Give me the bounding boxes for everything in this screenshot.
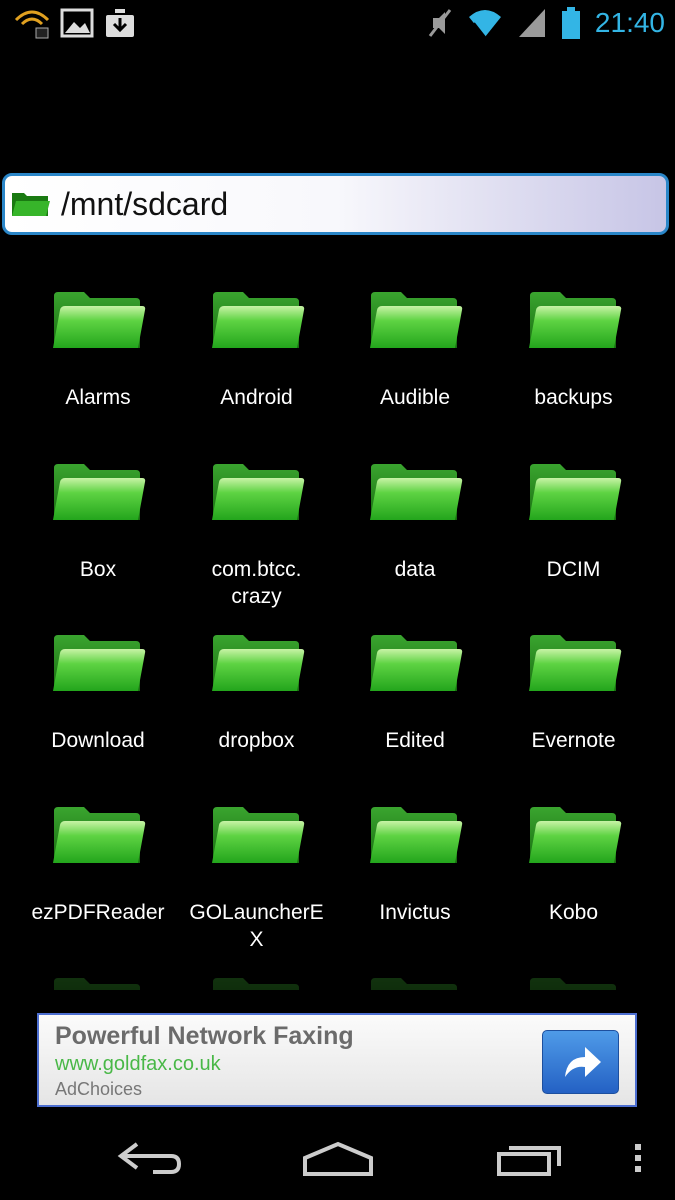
folder-item[interactable]: Box (19, 460, 177, 630)
share-arrow-icon (564, 1047, 601, 1077)
folder-label: Kobo (548, 900, 599, 924)
ad-title[interactable]: Powerful Network Faxing (55, 1022, 354, 1051)
home-button[interactable] (288, 1115, 388, 1200)
folder-label: ezPDFReader (31, 900, 165, 924)
wifi-icon (468, 10, 501, 38)
folder-item[interactable]: ezPDFReader (19, 803, 177, 973)
folder-item[interactable]: Invictus (336, 803, 494, 973)
folder-icon (211, 635, 304, 691)
image-icon (60, 8, 94, 38)
folder-icon (212, 978, 299, 990)
folder-icon (211, 806, 304, 863)
folder-icon (529, 978, 616, 990)
ad-banner[interactable]: Powerful Network Faxing www.goldfax.co.u… (37, 1013, 637, 1107)
path-text: /mnt/sdcard (61, 185, 229, 222)
folder-item[interactable]: Kobo (495, 803, 653, 973)
folder-icon (53, 292, 146, 348)
ad-choices[interactable]: AdChoices (55, 1079, 142, 1100)
folder-item[interactable]: DCIM (495, 460, 653, 630)
folder-grid: Alarms Android Audible backups Box com.btcc. c… (19, 288, 659, 990)
path-bar[interactable]: /mnt/sdcard (2, 173, 669, 235)
folder-label: Evernote (531, 729, 616, 752)
folder-label: com.btcc. crazy (211, 557, 302, 608)
folder-item[interactable]: data (336, 460, 494, 630)
folder-item[interactable]: Alarms (19, 288, 177, 458)
folder-label: DCIM (546, 557, 601, 581)
folder-item-partial[interactable] (495, 974, 653, 990)
battery-icon (561, 7, 580, 39)
home-icon (303, 1141, 373, 1176)
clock: 21:40 (594, 7, 665, 38)
folder-item[interactable]: Evernote (495, 631, 653, 801)
folder-label: Invictus (379, 900, 451, 924)
folder-icon (370, 463, 463, 520)
folder-label: backups (534, 386, 613, 409)
back-button[interactable] (100, 1115, 200, 1200)
folder-item[interactable]: com.btcc. crazy (178, 460, 336, 630)
recent-apps-button[interactable] (480, 1115, 580, 1200)
overflow-menu-icon (635, 1143, 641, 1172)
folder-item-partial[interactable] (178, 974, 336, 990)
folder-icon (370, 806, 463, 863)
folder-label: Box (79, 557, 117, 581)
folder-icon (528, 635, 621, 691)
audible-icon (14, 10, 50, 39)
navigation-bar (0, 1115, 675, 1200)
folder-icon (528, 806, 621, 863)
status-bar: 21:40 (0, 0, 675, 50)
folder-label: Audible (379, 386, 451, 409)
folder-item[interactable]: GOLauncherE X (178, 803, 336, 973)
folder-icon (371, 978, 457, 990)
folder-label: Android (220, 386, 293, 409)
folder-item[interactable]: Audible (336, 288, 494, 458)
back-icon (117, 1141, 182, 1174)
folder-label: Download (51, 729, 145, 752)
folder-icon (53, 463, 146, 520)
folder-label: Edited (385, 729, 445, 752)
recent-apps-icon (497, 1145, 561, 1176)
folder-icon (53, 635, 146, 691)
folder-item[interactable]: backups (495, 288, 653, 458)
folder-label: Alarms (65, 386, 131, 409)
folder-label: GOLauncherE X (189, 900, 324, 951)
folder-icon (528, 292, 621, 348)
folder-icon (370, 292, 463, 348)
ad-open-button[interactable] (542, 1030, 619, 1094)
folder-icon (211, 463, 304, 520)
folder-icon (53, 806, 146, 863)
signal-icon (518, 9, 545, 37)
folder-label: data (394, 557, 436, 581)
folder-item-partial[interactable] (19, 974, 177, 990)
ad-url[interactable]: www.goldfax.co.uk (55, 1053, 221, 1076)
folder-icon (528, 463, 621, 520)
folder-item[interactable]: Edited (336, 631, 494, 801)
folder-icon (54, 978, 140, 990)
folder-item[interactable]: Download (19, 631, 177, 801)
folder-icon (370, 635, 463, 691)
folder-icon (211, 292, 304, 348)
overflow-menu-button[interactable] (618, 1115, 658, 1200)
folder-icon (12, 193, 50, 216)
folder-item[interactable]: Android (178, 288, 336, 458)
folder-label: dropbox (218, 729, 295, 752)
download-icon (106, 9, 134, 37)
folder-item[interactable]: dropbox (178, 631, 336, 801)
folder-item-partial[interactable] (336, 974, 494, 990)
mute-icon (428, 9, 452, 37)
